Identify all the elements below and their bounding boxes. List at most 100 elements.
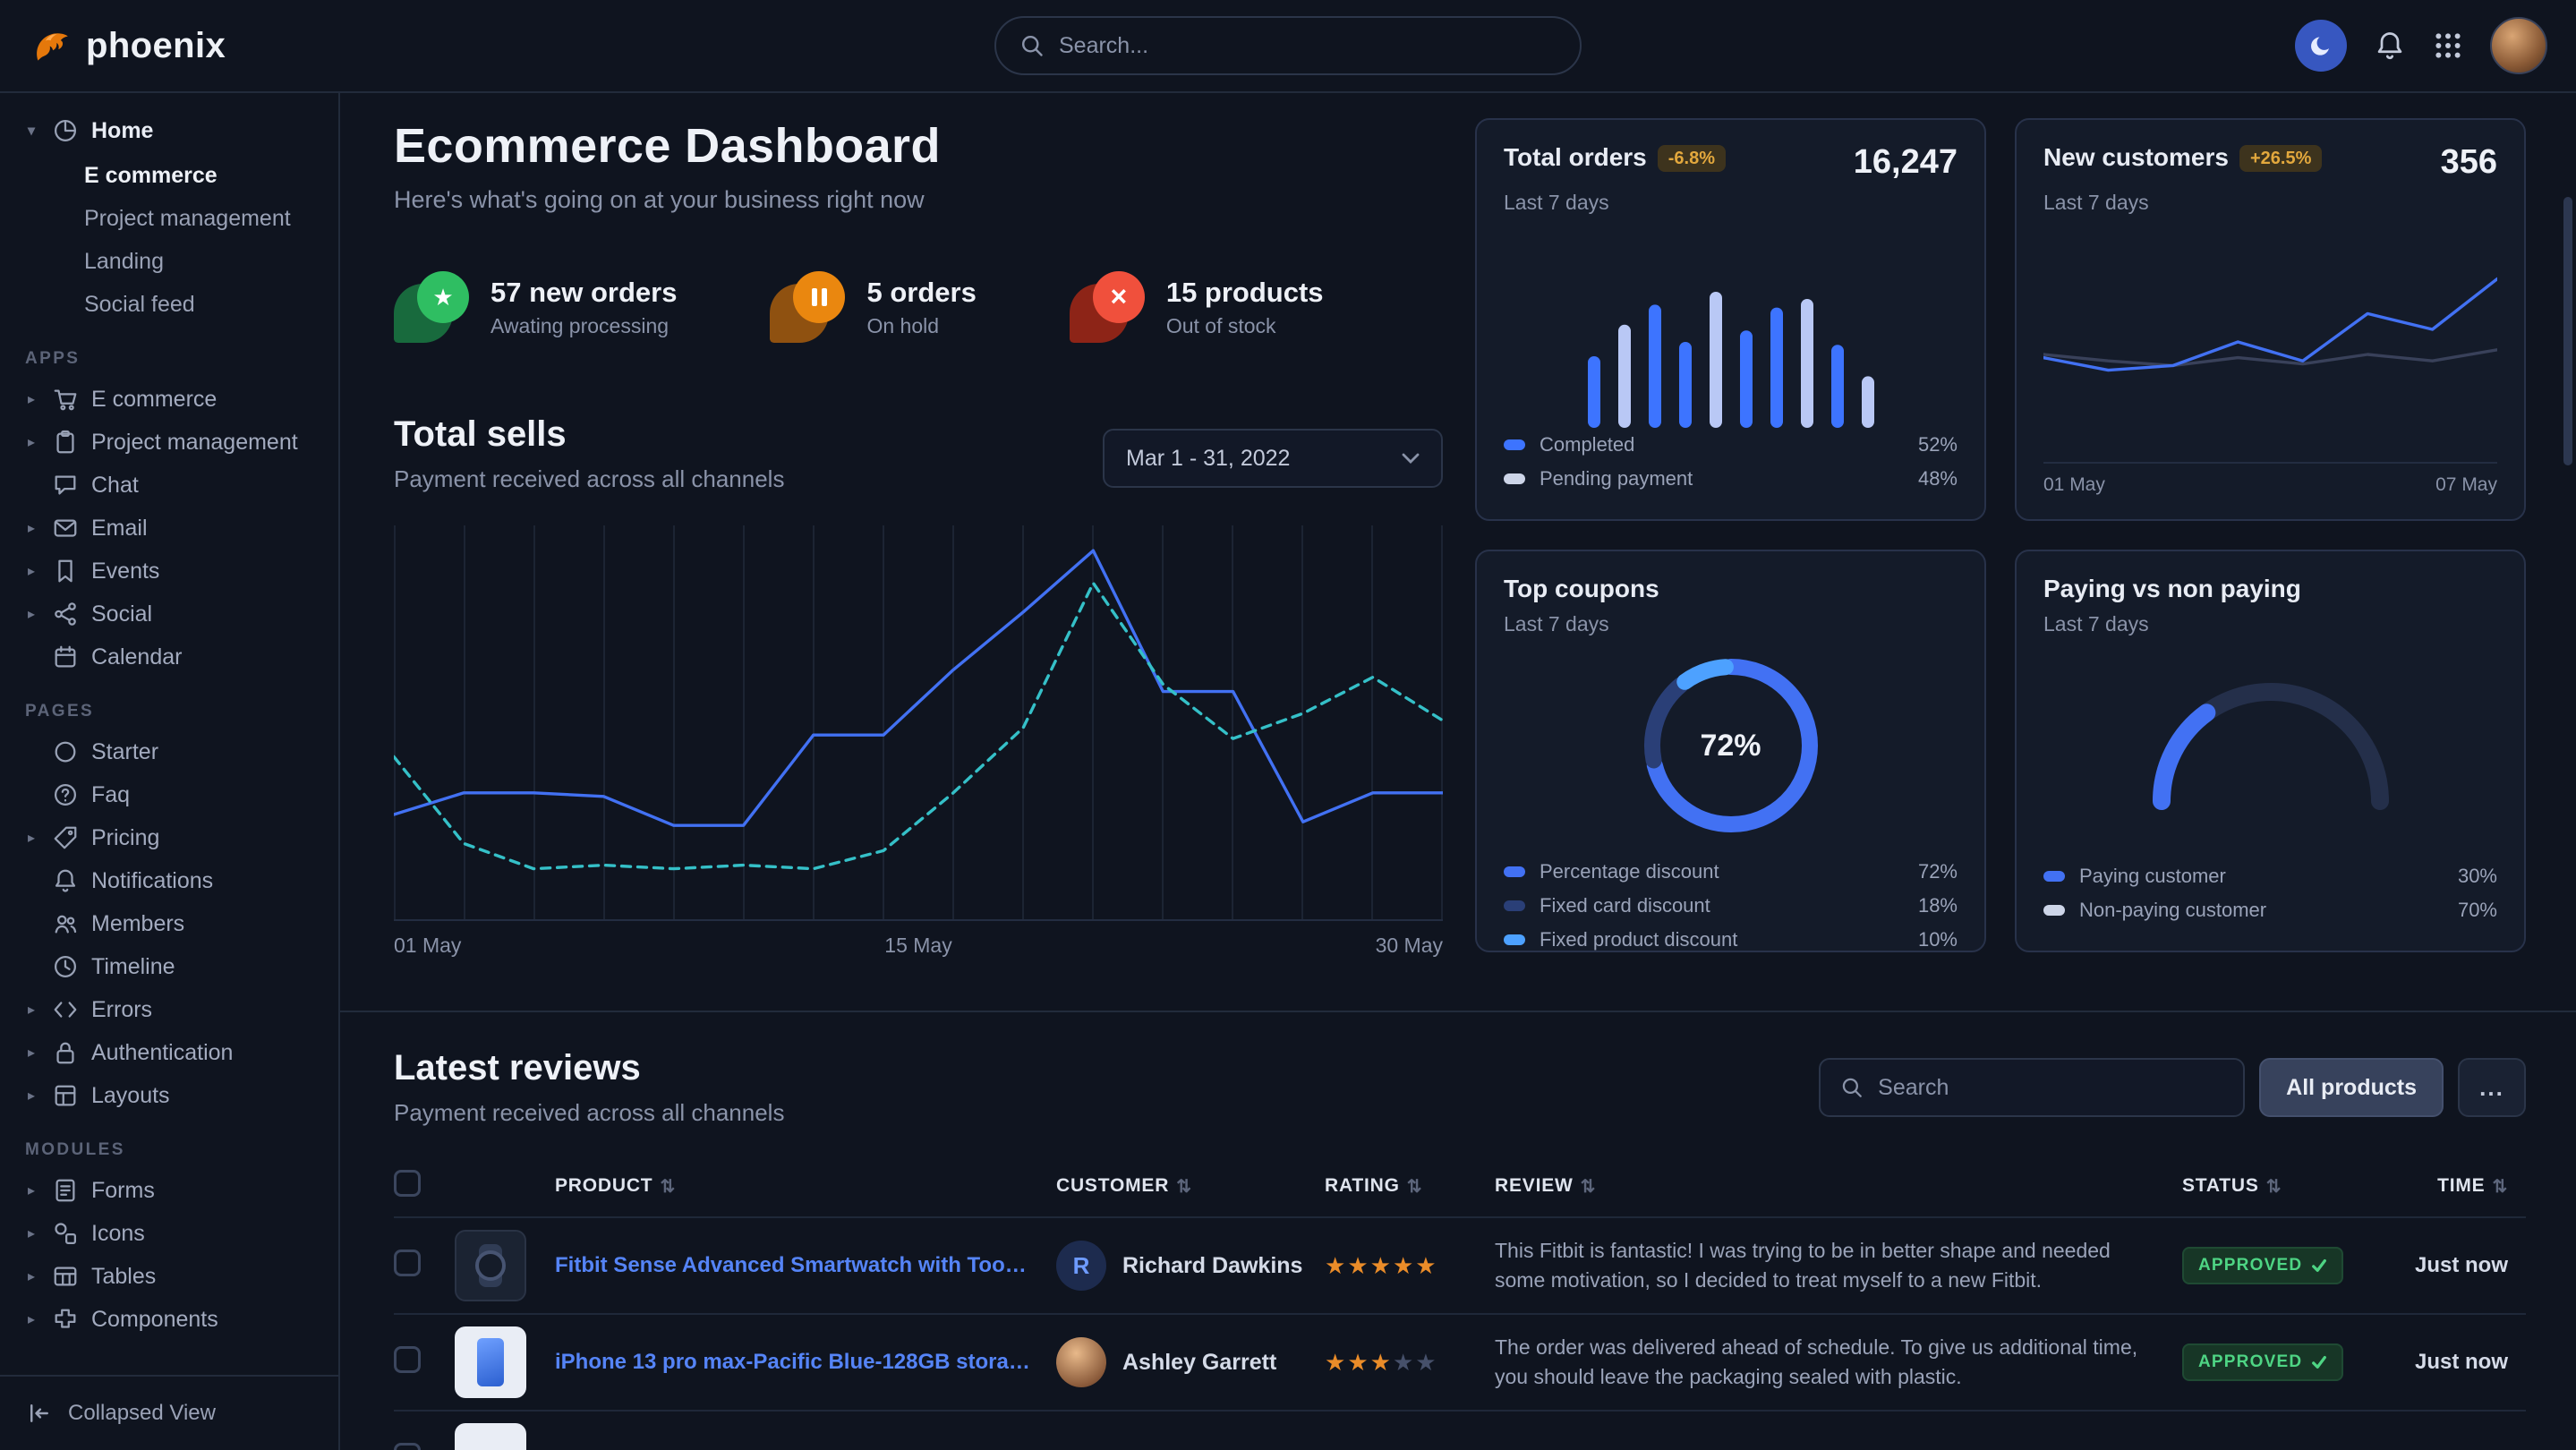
users-icon: [50, 910, 81, 937]
sort-icon[interactable]: ⇅: [1581, 1175, 1597, 1198]
sidebar-item-icons[interactable]: ▸Icons: [14, 1212, 324, 1255]
sidebar: ▾HomeE commerceProject managementLanding…: [0, 93, 340, 1450]
brand[interactable]: phoenix: [29, 23, 340, 68]
sidebar-item-faq[interactable]: Faq: [14, 773, 324, 816]
product-link[interactable]: Fitbit Sense Advanced Smartwatch with To…: [555, 1253, 1056, 1278]
bell-icon[interactable]: [2374, 30, 2406, 62]
x-tick: 15 May: [884, 934, 951, 958]
dashboard-left-column: Ecommerce Dashboard Here's what's going …: [394, 118, 1443, 969]
legend-item-fixed-product-discount: Fixed product discount10%: [1504, 923, 1958, 957]
review-time: Just now: [2383, 1350, 2526, 1375]
kpi-cards: Total orders-6.8% 16,247 Last 7 days Com…: [1475, 118, 2526, 969]
sort-icon[interactable]: ⇅: [660, 1175, 676, 1198]
reviews-search-input[interactable]: [1878, 1075, 2223, 1101]
product-link[interactable]: iPhone 13 pro max-Pacific Blue-128GB sto…: [555, 1350, 1056, 1375]
sidebar-item-errors[interactable]: ▸Errors: [14, 988, 324, 1031]
paying-gauge-legend: Paying customer30%Non-paying customer70%: [2043, 859, 2497, 927]
question-icon: [50, 781, 81, 808]
star-icon: ★: [1415, 1252, 1437, 1279]
collapsed-view-toggle[interactable]: Collapsed View: [0, 1375, 338, 1450]
layout-icon: [50, 1082, 81, 1109]
stats-row: ★ 57 new orders Awating processing 5 ord…: [394, 271, 1443, 343]
sidebar-item-notifications[interactable]: Notifications: [14, 859, 324, 902]
search-icon: [1840, 1076, 1864, 1099]
date-range-value: Mar 1 - 31, 2022: [1126, 446, 1290, 472]
card-period: Last 7 days: [2043, 191, 2497, 215]
sort-icon[interactable]: ⇅: [2266, 1175, 2282, 1198]
search-input[interactable]: [1059, 33, 1557, 59]
row-checkbox[interactable]: [394, 1346, 421, 1373]
star-icon: ★: [1370, 1252, 1393, 1279]
sidebar-item-project-management[interactable]: ▸Project management: [14, 421, 324, 464]
reviews-title: Latest reviews: [394, 1048, 784, 1088]
sidebar-item-social[interactable]: ▸Social: [14, 593, 324, 635]
search-icon: [1019, 33, 1045, 58]
profile-avatar[interactable]: [2490, 17, 2547, 74]
sort-icon[interactable]: ⇅: [2492, 1175, 2508, 1198]
sidebar-item-members[interactable]: Members: [14, 902, 324, 945]
reviews-subtitle: Payment received across all channels: [394, 1099, 784, 1127]
stat-value: 57 new orders: [490, 277, 677, 309]
legend-value: 52%: [1918, 433, 1958, 456]
sidebar-item-tables[interactable]: ▸Tables: [14, 1255, 324, 1298]
star-icon: ★: [1393, 1349, 1415, 1376]
sidebar-item-e-commerce[interactable]: ▸E commerce: [14, 378, 324, 421]
clock-icon: [50, 953, 81, 980]
sidebar-item-e-commerce[interactable]: E commerce: [14, 154, 324, 197]
reviews-controls: All products ...: [1819, 1058, 2526, 1117]
reviews-search: [1819, 1058, 2245, 1117]
sidebar-item-chat[interactable]: Chat: [14, 464, 324, 507]
legend-marker: [1504, 866, 1525, 877]
circle-icon: [50, 738, 81, 765]
collapse-left-icon: [27, 1401, 52, 1426]
page-subtitle: Here's what's going on at your business …: [394, 186, 1443, 214]
scrollbar-thumb[interactable]: [2563, 197, 2572, 465]
sidebar-item-authentication[interactable]: ▸Authentication: [14, 1031, 324, 1074]
x-tick: 07 May: [2435, 474, 2497, 496]
top-navbar: phoenix: [0, 0, 2576, 93]
apps-grid-icon[interactable]: [2433, 30, 2463, 61]
sidebar-item-timeline[interactable]: Timeline: [14, 945, 324, 988]
sort-icon[interactable]: ⇅: [1176, 1175, 1192, 1198]
date-range-select[interactable]: Mar 1 - 31, 2022: [1103, 429, 1443, 488]
sidebar-item-home[interactable]: ▾Home: [14, 107, 324, 154]
top-coupons-donut-chart: 72%: [1636, 651, 1826, 840]
legend-label: Completed: [1540, 433, 1634, 456]
more-options-button[interactable]: ...: [2458, 1058, 2526, 1117]
card-title: Paying vs non paying: [2043, 575, 2301, 603]
sidebar-item-layouts[interactable]: ▸Layouts: [14, 1074, 324, 1117]
phoenix-logo-icon: [29, 23, 73, 68]
star-icon: ★: [1347, 1252, 1369, 1279]
sidebar-item-calendar[interactable]: Calendar: [14, 635, 324, 678]
collapsed-view-label: Collapsed View: [68, 1401, 216, 1426]
theme-toggle-moon-icon[interactable]: [2295, 20, 2347, 72]
sidebar-item-pricing[interactable]: ▸Pricing: [14, 816, 324, 859]
reviews-header: Latest reviews Payment received across a…: [394, 1048, 784, 1127]
chevron-down-icon: [1402, 452, 1420, 465]
sidebar-item-forms[interactable]: ▸Forms: [14, 1169, 324, 1212]
sidebar-item-starter[interactable]: Starter: [14, 730, 324, 773]
select-all-checkbox[interactable]: [394, 1170, 421, 1197]
legend-item-fixed-card-discount: Fixed card discount18%: [1504, 889, 1958, 923]
sidebar-item-social-feed[interactable]: Social feed: [14, 283, 324, 326]
reviews-table: PRODUCT⇅ CUSTOMER⇅ RATING⇅ REVIEW⇅ STATU…: [394, 1156, 2526, 1450]
sidebar-item-events[interactable]: ▸Events: [14, 550, 324, 593]
row-checkbox[interactable]: [394, 1250, 421, 1276]
sidebar-item-landing[interactable]: Landing: [14, 240, 324, 283]
review-table-row: iPhone 13 pro max-Pacific Blue-128GB sto…: [394, 1313, 2526, 1410]
lock-icon: [50, 1039, 81, 1066]
pause-icon: [770, 271, 845, 343]
total-sells-subtitle: Payment received across all channels: [394, 465, 784, 493]
sort-icon[interactable]: ⇅: [1407, 1175, 1423, 1198]
sidebar-item-email[interactable]: ▸Email: [14, 507, 324, 550]
pie-chart-icon: [50, 117, 81, 144]
navbar-actions: [2295, 17, 2547, 74]
card-period: Last 7 days: [1504, 191, 1958, 215]
sidebar-nav: ▾HomeE commerceProject managementLanding…: [0, 107, 338, 1375]
sidebar-item-project-management[interactable]: Project management: [14, 197, 324, 240]
latest-reviews-section: Latest reviews Payment received across a…: [340, 1011, 2576, 1450]
sidebar-item-components[interactable]: ▸Components: [14, 1298, 324, 1341]
all-products-button[interactable]: All products: [2259, 1058, 2444, 1117]
avatar: R: [1056, 1241, 1106, 1291]
stat-label: Out of stock: [1166, 314, 1324, 338]
